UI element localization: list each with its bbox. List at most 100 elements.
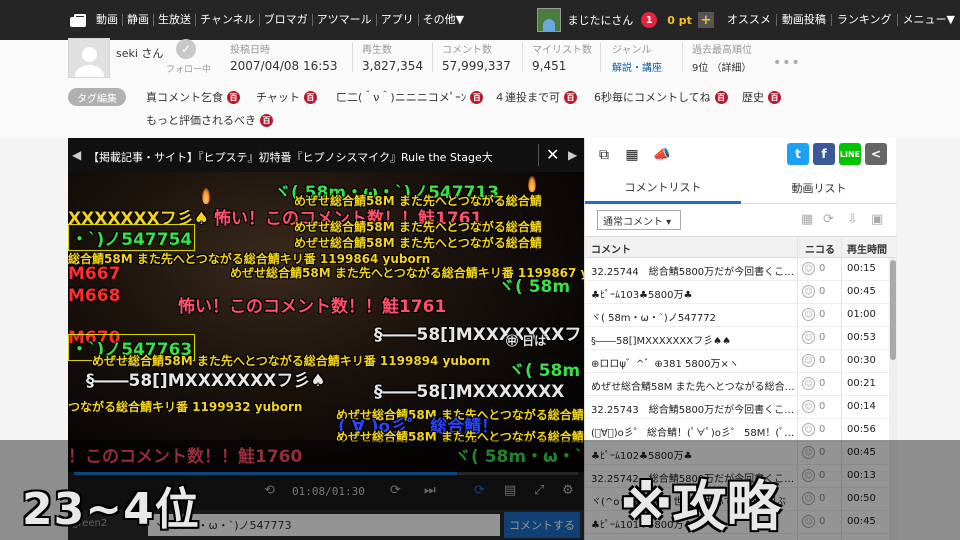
username[interactable]: まじたにさん (567, 12, 633, 28)
tag-item[interactable]: もっと評価されるべき百 (146, 112, 273, 128)
nicoru-button[interactable]: ☺ 0 (802, 285, 825, 298)
nav-item-ranking[interactable]: ランキング (832, 14, 898, 26)
nicoru-face-icon[interactable]: ☺ (802, 308, 815, 321)
comment-row[interactable]: ⊕ロロψ゛^゛⊕381 5800万×ヽ ☺ 0 00:30 (585, 350, 889, 373)
service-menu: 動画 静画 生放送 チャンネル ブロマガ アツマール アプリ その他▼ (70, 0, 468, 40)
next-arrow-icon[interactable]: ▶ (568, 148, 577, 162)
nav-item-video[interactable]: 動画 (92, 14, 123, 26)
add-points-button[interactable]: + (697, 12, 714, 28)
share-icon[interactable]: < (865, 143, 887, 165)
download-icon[interactable]: ⇩ (847, 212, 858, 227)
tag-label[interactable]: もっと評価されるべき (146, 112, 256, 128)
nav-item-menu[interactable]: メニュー▼ (898, 14, 960, 26)
dictionary-icon[interactable]: 百 (260, 113, 273, 127)
advertise-icon[interactable]: 📣 (651, 145, 673, 165)
nicoru-face-icon[interactable]: ☺ (802, 400, 815, 413)
video-title[interactable]: 【掲載記事・サイト】『ヒプステ』初特番『ヒプノシスマイク』Rule the St… (88, 149, 542, 165)
comment-setting-icon[interactable]: ▣ (871, 212, 883, 227)
nicoru-face-icon[interactable]: ☺ (802, 262, 815, 275)
nicoru-face-icon[interactable]: ☺ (802, 377, 815, 390)
nav-item-recommend[interactable]: オススメ (722, 14, 777, 26)
uploader-avatar[interactable] (68, 38, 110, 78)
nicoru-face-icon[interactable]: ☺ (802, 423, 815, 436)
best-rank-link[interactable]: 9位 （詳細） (692, 59, 752, 74)
video-screen[interactable]: ヾ( 58m・ω・`)ノ547713 めぜせ総合鯖58M また先へとつながる総合鯖… (68, 172, 584, 472)
nav-item-upload[interactable]: 動画投稿 (777, 14, 832, 26)
nav-item-seiga[interactable]: 静画 (123, 14, 154, 26)
comment-text: ヾ( 58m・ω・`)ノ547772 (591, 313, 716, 324)
column-header-comment[interactable]: コメント (591, 241, 631, 256)
facebook-icon[interactable]: f (813, 143, 835, 165)
follow-check-icon[interactable]: ✓ (176, 39, 196, 59)
tag-item[interactable]: 真コメント乞食百 (146, 89, 240, 105)
nav-item-other[interactable]: その他▼ (419, 14, 468, 26)
dictionary-icon[interactable]: 百 (564, 90, 577, 104)
tag-item[interactable]: ㄈ二(＾ν＾)ニニニコメﾟｰﾝ 百 (336, 89, 484, 105)
comment-row[interactable]: (ﾟ∀ﾟ)o彡゜ 総合鯖！(ﾟ∀ﾟ)o彡゜ 58M！(ﾟ… ☺ 0 00:56 (585, 419, 889, 442)
nicoru-face-icon[interactable]: ☺ (802, 285, 815, 298)
tag-item[interactable]: 6秒毎にコメントしてね百 (594, 89, 728, 105)
dictionary-icon[interactable]: 百 (303, 90, 317, 104)
dictionary-icon[interactable]: 百 (768, 90, 781, 104)
comment-row[interactable]: ヾ( 58m・ω・`)ノ547772 ☺ 0 01:00 (585, 304, 889, 327)
nicoru-face-icon[interactable]: ☺ (802, 354, 815, 367)
torch-flame (528, 176, 536, 192)
calendar-icon[interactable]: ▦ (801, 212, 813, 227)
dictionary-icon[interactable]: 百 (470, 90, 484, 104)
close-icon[interactable]: ✕ (546, 145, 559, 164)
nicoru-button[interactable]: ☺ 0 (802, 423, 825, 436)
dictionary-icon[interactable]: 百 (227, 90, 240, 104)
prev-arrow-icon[interactable]: ◀ (72, 148, 81, 162)
line-icon[interactable]: LINE (839, 143, 861, 165)
tag-label[interactable]: 歴史 (742, 89, 764, 105)
user-avatar[interactable] (537, 8, 562, 32)
tag-label[interactable]: ㄈ二(＾ν＾)ニニニコメﾟｰﾝ (336, 89, 466, 105)
tab-comment-list[interactable]: コメントリスト (585, 172, 741, 204)
nicoru-button[interactable]: ☺ 0 (802, 331, 825, 344)
more-menu-icon[interactable]: ••• (773, 55, 801, 71)
uploader-name[interactable]: seki さん (116, 45, 163, 61)
tv-icon[interactable] (70, 13, 86, 27)
title-divider (538, 144, 539, 166)
nav-item-atsumaru[interactable]: アツマール (313, 14, 377, 26)
tab-video-list[interactable]: 動画リスト (741, 172, 897, 204)
scrollbar-thumb[interactable] (890, 260, 896, 360)
twitter-icon[interactable]: t (787, 143, 809, 165)
nicoru-button[interactable]: ☺ 0 (802, 377, 825, 390)
nav-item-blomaga[interactable]: ブロマガ (260, 14, 313, 26)
nav-item-channel[interactable]: チャンネル (196, 14, 260, 26)
nicoru-button[interactable]: ☺ 0 (802, 400, 825, 413)
nav-item-app[interactable]: アプリ (377, 14, 419, 26)
nicoru-button[interactable]: ☺ 0 (802, 354, 825, 367)
nicoru-button[interactable]: ☺ 0 (802, 262, 825, 275)
nav-item-live[interactable]: 生放送 (154, 14, 196, 26)
danmaku-comment: 怖い！このコメント数！！鮭1761 (178, 297, 447, 317)
tag-item[interactable]: 歴史百 (742, 89, 781, 105)
refresh-icon[interactable]: ⟳ (823, 212, 834, 227)
comment-row[interactable]: めぜせ総合鯖58M また先へとつながる総合… ☺ 0 00:21 (585, 373, 889, 396)
comment-list-header: コメント ニコる 再生時間 (585, 236, 897, 258)
comment-time: 00:15 (847, 263, 876, 274)
tag-label[interactable]: ４連投まで可 (494, 89, 560, 105)
genre-link[interactable]: 解説・講座 (612, 59, 662, 74)
comment-filter-select[interactable]: 通常コメント ▾ (597, 210, 681, 230)
comment-row[interactable]: §――58[]MXXXXXXXフ彡♠♠ ☺ 0 00:53 (585, 327, 889, 350)
tag-label[interactable]: 6秒毎にコメントしてね (594, 89, 711, 105)
comment-time: 00:14 (847, 401, 876, 412)
nicoru-button[interactable]: ☺ 0 (802, 308, 825, 321)
tag-edit-button[interactable]: タグ編集 (68, 88, 126, 106)
picture-in-picture-icon[interactable]: ⧉ (593, 145, 615, 165)
tag-label[interactable]: チャット (256, 89, 300, 105)
tag-item[interactable]: ４連投まで可百 (494, 89, 577, 105)
add-mylist-icon[interactable]: ▦ (621, 145, 643, 165)
dictionary-icon[interactable]: 百 (714, 90, 728, 104)
tag-label[interactable]: 真コメント乞食 (146, 89, 223, 105)
notification-badge[interactable]: 1 (641, 12, 658, 28)
comment-row[interactable]: ♣ﾋﾟｰﾑ103♣5800万♣ ☺ 0 00:45 (585, 281, 889, 304)
comment-row[interactable]: 32.25743 総合鯖5800万だが今回書くこ… ☺ 0 00:14 (585, 396, 889, 419)
column-header-time[interactable]: 再生時間 (847, 241, 887, 256)
nicoru-face-icon[interactable]: ☺ (802, 331, 815, 344)
comment-row[interactable]: 32.25744 総合鯖5800万だが今回書くこ… ☺ 0 00:15 (585, 258, 889, 281)
column-header-nicoru[interactable]: ニコる (805, 241, 835, 256)
tag-item[interactable]: チャット百 (256, 89, 317, 105)
